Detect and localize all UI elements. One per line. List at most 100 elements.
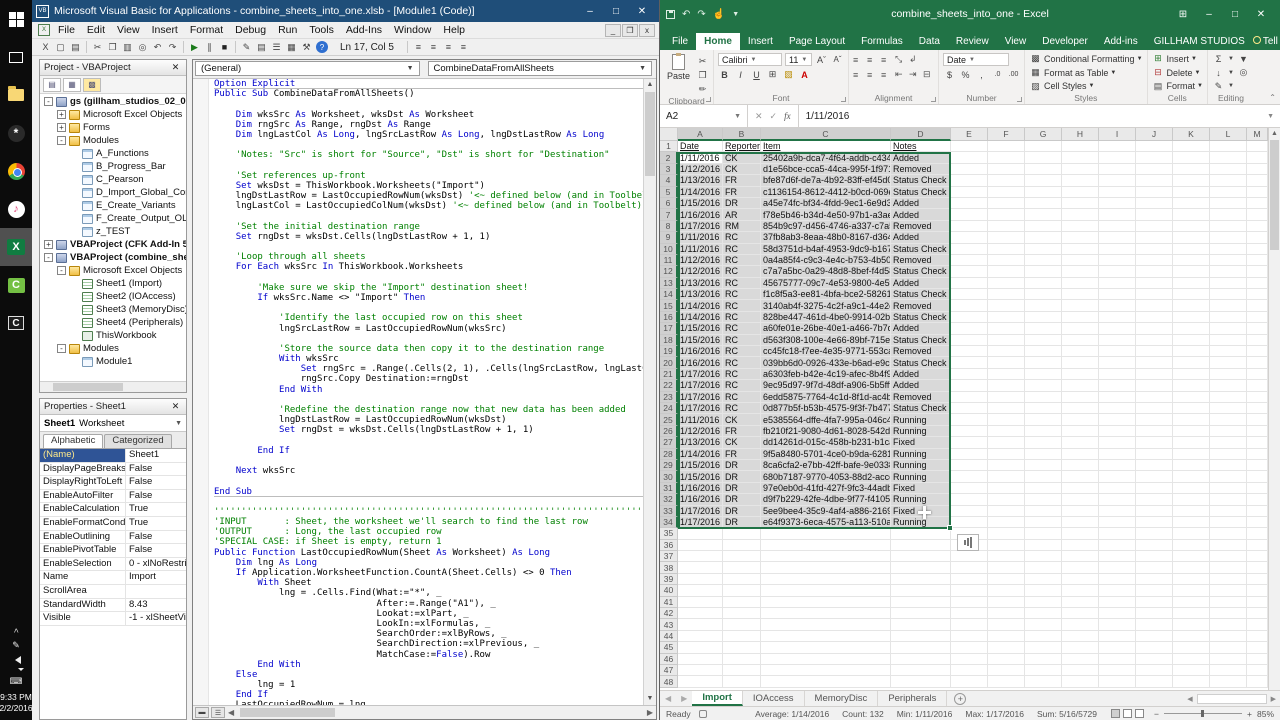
cell[interactable]: 039bb6d0-0926-433e-b6ad-e9c6f26616c8 bbox=[761, 357, 891, 368]
cell[interactable] bbox=[1173, 483, 1210, 494]
cell[interactable] bbox=[1025, 540, 1062, 551]
sheet-nav-right-icon[interactable]: ▶ bbox=[676, 694, 692, 703]
cell[interactable] bbox=[1062, 562, 1099, 573]
row-header[interactable]: 18 bbox=[660, 335, 678, 346]
cell[interactable] bbox=[951, 323, 988, 334]
cell[interactable]: Notes bbox=[891, 141, 951, 152]
cell[interactable] bbox=[1062, 289, 1099, 300]
cell[interactable] bbox=[1099, 494, 1136, 505]
property-name[interactable]: EnableAutoFilter bbox=[40, 490, 126, 503]
cell[interactable]: bfe87d6f-de7a-4b92-83ff-ef45d0a72efc bbox=[761, 175, 891, 186]
cell[interactable] bbox=[1025, 460, 1062, 471]
cell[interactable] bbox=[1099, 357, 1136, 368]
tree-item[interactable]: z_TEST bbox=[40, 225, 186, 238]
cell[interactable]: 1/17/2016 bbox=[678, 403, 723, 414]
cell[interactable] bbox=[1025, 141, 1062, 152]
cell[interactable]: 0a4a85f4-c9c3-4e4c-b753-4b509ff1f7f9 bbox=[761, 255, 891, 266]
cell[interactable]: 37fb8ab3-8eaa-48b0-8167-d364562e645b bbox=[761, 232, 891, 243]
mdi-minimize-button[interactable]: _ bbox=[605, 24, 621, 37]
cell[interactable] bbox=[1210, 232, 1247, 243]
outdent-icon[interactable]: ≡ bbox=[426, 40, 441, 54]
cell[interactable] bbox=[678, 585, 723, 596]
cell[interactable] bbox=[1025, 164, 1062, 175]
cell[interactable] bbox=[1173, 676, 1210, 687]
property-value[interactable]: False bbox=[126, 544, 186, 557]
cell[interactable] bbox=[1136, 631, 1173, 642]
cell[interactable]: CK bbox=[723, 164, 761, 175]
cell[interactable] bbox=[723, 608, 761, 619]
cell[interactable] bbox=[1099, 164, 1136, 175]
find-icon[interactable]: ◎ bbox=[135, 40, 150, 54]
cell[interactable]: RC bbox=[723, 392, 761, 403]
cell[interactable] bbox=[1247, 460, 1268, 471]
cell[interactable] bbox=[1025, 506, 1062, 517]
tree-item[interactable]: -Modules bbox=[40, 342, 186, 355]
cell[interactable] bbox=[1173, 221, 1210, 232]
cell[interactable] bbox=[1025, 266, 1062, 277]
cell[interactable] bbox=[1247, 369, 1268, 380]
cell[interactable] bbox=[1210, 278, 1247, 289]
font-size-combo[interactable]: 11▼ bbox=[785, 53, 812, 66]
cell[interactable] bbox=[988, 585, 1025, 596]
cell[interactable] bbox=[1099, 585, 1136, 596]
cell[interactable] bbox=[951, 255, 988, 266]
row-header[interactable]: 34 bbox=[660, 517, 678, 528]
cell[interactable] bbox=[761, 585, 891, 596]
cell[interactable] bbox=[1062, 642, 1099, 653]
cell[interactable] bbox=[1173, 255, 1210, 266]
cell[interactable] bbox=[1062, 392, 1099, 403]
cell[interactable]: Status Check bbox=[891, 244, 951, 255]
cell[interactable] bbox=[1210, 414, 1247, 425]
row-header[interactable]: 40 bbox=[660, 585, 678, 596]
cell[interactable]: 1/14/2016 bbox=[678, 300, 723, 311]
cell[interactable] bbox=[951, 426, 988, 437]
toggle-folders-icon[interactable]: ▩ bbox=[83, 78, 101, 92]
cell[interactable] bbox=[1136, 255, 1173, 266]
cell[interactable] bbox=[1247, 631, 1268, 642]
find-select-icon[interactable]: ◎ bbox=[1237, 66, 1250, 79]
cell[interactable] bbox=[988, 369, 1025, 380]
conditional-formatting-button[interactable]: ▩Conditional Formatting▼ bbox=[1029, 52, 1143, 65]
menu-format[interactable]: Format bbox=[184, 23, 229, 37]
cell[interactable] bbox=[891, 574, 951, 585]
property-row[interactable]: StandardWidth8.43 bbox=[40, 599, 186, 613]
cell[interactable] bbox=[1099, 506, 1136, 517]
cell[interactable] bbox=[1173, 346, 1210, 357]
accounting-format-icon[interactable]: $ bbox=[943, 68, 956, 81]
cell[interactable]: fb210f21-9080-4d61-8028-542dc8a8b477 bbox=[761, 426, 891, 437]
cell[interactable] bbox=[1136, 244, 1173, 255]
cell[interactable]: RC bbox=[723, 369, 761, 380]
menu-run[interactable]: Run bbox=[272, 23, 303, 37]
cell[interactable] bbox=[1173, 380, 1210, 391]
cell[interactable] bbox=[951, 506, 988, 517]
row-header[interactable]: 41 bbox=[660, 597, 678, 608]
cell[interactable] bbox=[1136, 198, 1173, 209]
cell[interactable] bbox=[1210, 300, 1247, 311]
cell[interactable] bbox=[678, 562, 723, 573]
cell[interactable] bbox=[1099, 369, 1136, 380]
cell[interactable] bbox=[1247, 141, 1268, 152]
cell[interactable] bbox=[988, 471, 1025, 482]
scroll-right-icon[interactable]: ▶ bbox=[1269, 695, 1278, 703]
cell[interactable] bbox=[951, 346, 988, 357]
tell-me-box[interactable]: Tell me bbox=[1253, 36, 1280, 47]
cell[interactable] bbox=[761, 597, 891, 608]
vba-close-button[interactable]: ✕ bbox=[629, 2, 655, 20]
orientation-icon[interactable]: ⤡ bbox=[895, 54, 906, 65]
cell[interactable] bbox=[1136, 278, 1173, 289]
cell[interactable]: 1/15/2016 bbox=[678, 335, 723, 346]
cell[interactable] bbox=[1210, 665, 1247, 676]
cell[interactable] bbox=[1025, 551, 1062, 562]
zoom-slider[interactable] bbox=[1201, 710, 1204, 717]
cell[interactable] bbox=[951, 369, 988, 380]
properties-window-icon[interactable]: ☰ bbox=[269, 40, 284, 54]
cell[interactable] bbox=[1099, 289, 1136, 300]
cell[interactable] bbox=[1210, 266, 1247, 277]
menu-window[interactable]: Window bbox=[388, 23, 437, 37]
cell[interactable] bbox=[1099, 198, 1136, 209]
cell[interactable] bbox=[1062, 426, 1099, 437]
cell[interactable] bbox=[951, 278, 988, 289]
cell[interactable] bbox=[988, 164, 1025, 175]
cell[interactable] bbox=[1025, 597, 1062, 608]
cell[interactable] bbox=[951, 654, 988, 665]
